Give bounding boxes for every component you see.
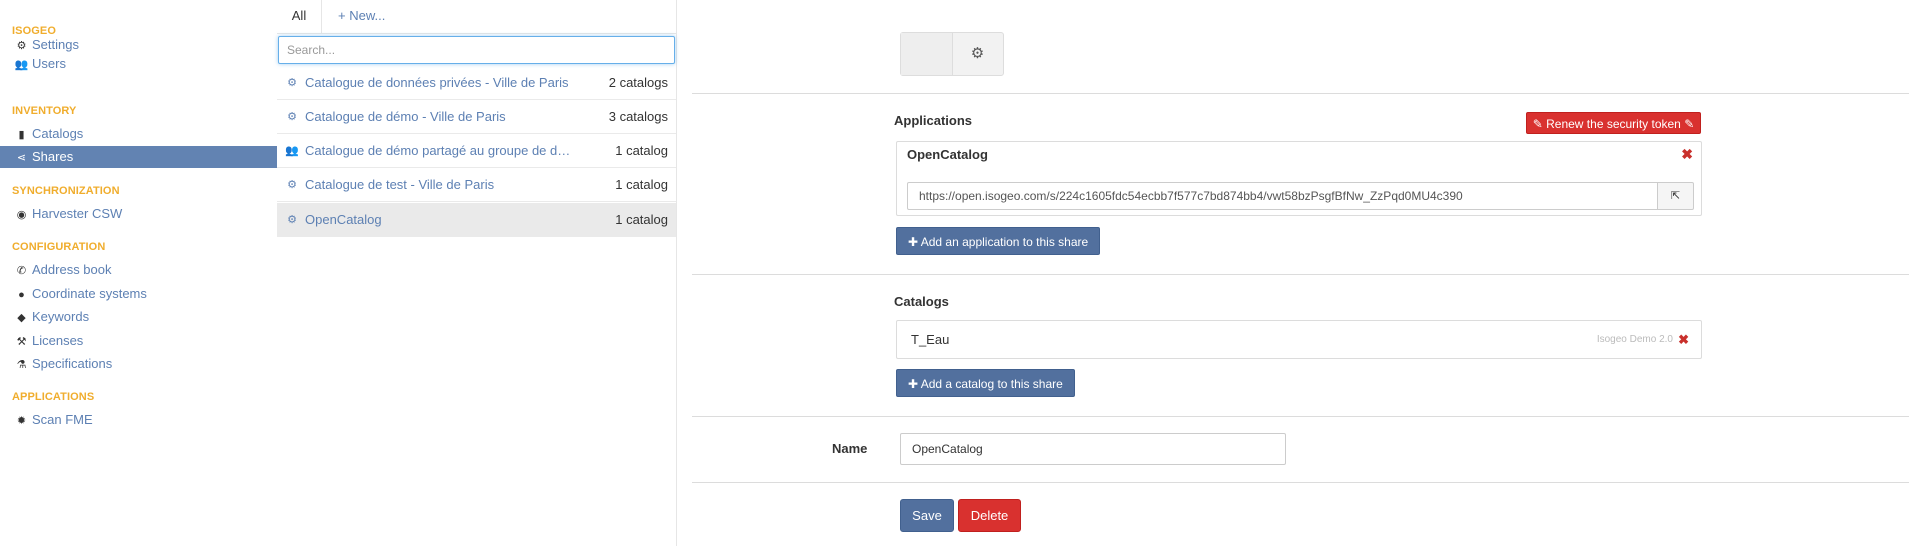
- sidebar-item-label: Scan FME: [32, 412, 93, 427]
- delete-button[interactable]: Delete: [958, 499, 1021, 532]
- list-item-selected[interactable]: ⚙ OpenCatalog 1 catalog: [277, 203, 676, 237]
- application-name: OpenCatalog: [907, 147, 988, 162]
- sidebar-item-licenses[interactable]: ⚒ Licenses: [0, 330, 277, 352]
- sidebar-item-label: Shares: [32, 149, 74, 164]
- sidebar-item-coordinate-systems[interactable]: ● Coordinate systems: [0, 283, 277, 305]
- tab-all[interactable]: All: [277, 0, 322, 33]
- sidebar-item-scan-fme[interactable]: ✹ Scan FME: [0, 409, 277, 431]
- sidebar-item-label: Keywords: [32, 309, 90, 324]
- applications-title: Applications: [894, 113, 973, 128]
- sidebar-nav: ISOGEO ⚙ Settings 👥 Users INVENTORY ▮ Catal…: [0, 0, 278, 546]
- sidebar-item-label: Harvester CSW: [32, 206, 123, 221]
- cog-icon: ✹: [16, 415, 27, 427]
- share-type-toggle: ⚙: [900, 32, 1004, 76]
- share-icon: ⋖: [16, 152, 27, 164]
- nav-section-inventory: INVENTORY: [12, 105, 77, 117]
- gears-icon: ⚙: [287, 179, 297, 191]
- sidebar-item-label: Licenses: [32, 333, 84, 348]
- search-input[interactable]: [278, 36, 675, 64]
- open-link-icon[interactable]: ⇱: [1657, 182, 1694, 210]
- list-item[interactable]: ⚙ Catalogue de test - Ville de Paris 1 c…: [277, 168, 676, 202]
- gavel-icon: ⚒: [16, 336, 27, 348]
- list-item-title: Catalogue de démo partagé au groupe de d…: [305, 143, 575, 158]
- sidebar-item-address-book[interactable]: ✆ Address book: [0, 259, 277, 281]
- sidebar-item-label: Catalogs: [32, 126, 84, 141]
- catalog-name: T_Eau: [911, 332, 950, 347]
- list-item-count: 1 catalog: [615, 143, 668, 158]
- tags-icon: ◆: [17, 312, 26, 324]
- sidebar-item-catalogs[interactable]: ▮ Catalogs: [0, 123, 277, 145]
- share-type-option[interactable]: [901, 33, 953, 75]
- gears-icon: ⚙: [287, 77, 297, 89]
- name-label: Name: [832, 441, 868, 456]
- share-detail-panel: ⚙ Applications ✎ Renew the security toke…: [677, 0, 1909, 546]
- list-item-count: 2 catalogs: [608, 75, 668, 90]
- add-application-button[interactable]: ✚ Add an application to this share: [896, 227, 1101, 255]
- nav-section-applications: APPLICATIONS: [12, 391, 95, 403]
- add-catalog-button[interactable]: ✚ Add a catalog to this share: [896, 369, 1075, 397]
- share-url-field[interactable]: [907, 182, 1658, 210]
- sidebar-item-label: Address book: [32, 262, 112, 277]
- divider: [692, 274, 1909, 275]
- shares-list-panel: All + New... ⚙ Catalogue de données priv…: [277, 0, 677, 546]
- sidebar-item-label: Settings: [32, 37, 79, 52]
- sidebar-item-users[interactable]: 👥 Users: [0, 53, 277, 75]
- catalogs-title: Catalogs: [894, 294, 949, 309]
- sidebar-item-shares[interactable]: ⋖ Shares: [0, 146, 277, 168]
- sidebar-item-harvester-csw[interactable]: ◉ Harvester CSW: [0, 203, 277, 225]
- sidebar-item-label: Specifications: [32, 356, 113, 371]
- gears-icon[interactable]: ⚙: [952, 33, 1003, 75]
- list-item-count: 1 catalog: [615, 177, 668, 192]
- save-button[interactable]: Save: [900, 499, 954, 532]
- gears-icon: ⚙: [287, 111, 297, 123]
- sidebar-item-label: Users: [32, 56, 66, 71]
- divider: [692, 93, 1909, 94]
- list-item[interactable]: ⚙ Catalogue de démo - Ville de Paris 3 c…: [277, 100, 676, 134]
- list-tabs: All + New...: [277, 0, 676, 34]
- list-item-title: Catalogue de démo - Ville de Paris: [305, 109, 506, 124]
- renew-token-button[interactable]: ✎ Renew the security token ✎: [1526, 112, 1701, 134]
- catalog-source: Isogeo Demo 2.0: [1596, 334, 1673, 345]
- list-item-count: 3 catalogs: [608, 109, 668, 124]
- divider: [692, 482, 1909, 483]
- sidebar-item-keywords[interactable]: ◆ Keywords: [0, 306, 277, 328]
- sidebar-item-label: Coordinate systems: [32, 286, 147, 301]
- list-item[interactable]: ⚙ Catalogue de données privées - Ville d…: [277, 66, 676, 100]
- remove-catalog-icon[interactable]: ✖: [1678, 321, 1689, 358]
- application-panel: OpenCatalog ✖ ⇱: [896, 141, 1702, 216]
- book-icon: ▮: [18, 129, 25, 141]
- users-icon: 👥: [285, 145, 299, 157]
- nav-section-configuration: CONFIGURATION: [12, 241, 106, 253]
- list-item-title: Catalogue de données privées - Ville de …: [305, 75, 569, 90]
- flask-icon: ⚗: [16, 359, 27, 371]
- list-item-count: 1 catalog: [615, 212, 668, 227]
- globe-icon: ●: [18, 289, 25, 301]
- divider: [692, 416, 1909, 417]
- gears-icon: ⚙: [287, 214, 297, 226]
- list-item-title: Catalogue de test - Ville de Paris: [305, 177, 495, 192]
- remove-application-icon[interactable]: ✖: [1681, 146, 1693, 163]
- name-field[interactable]: [900, 433, 1286, 465]
- new-share-button[interactable]: + New...: [338, 0, 385, 33]
- nav-section-synchronization: SYNCHRONIZATION: [12, 185, 120, 197]
- list-item-title: OpenCatalog: [305, 212, 382, 227]
- sidebar-item-specifications[interactable]: ⚗ Specifications: [0, 353, 277, 375]
- phone-icon: ✆: [16, 265, 27, 277]
- list-item[interactable]: 👥 Catalogue de démo partagé au groupe de…: [277, 134, 676, 168]
- catalog-item: T_Eau Isogeo Demo 2.0 ✖: [896, 320, 1702, 359]
- users-icon: 👥: [14, 59, 29, 71]
- eye-icon: ◉: [16, 209, 27, 221]
